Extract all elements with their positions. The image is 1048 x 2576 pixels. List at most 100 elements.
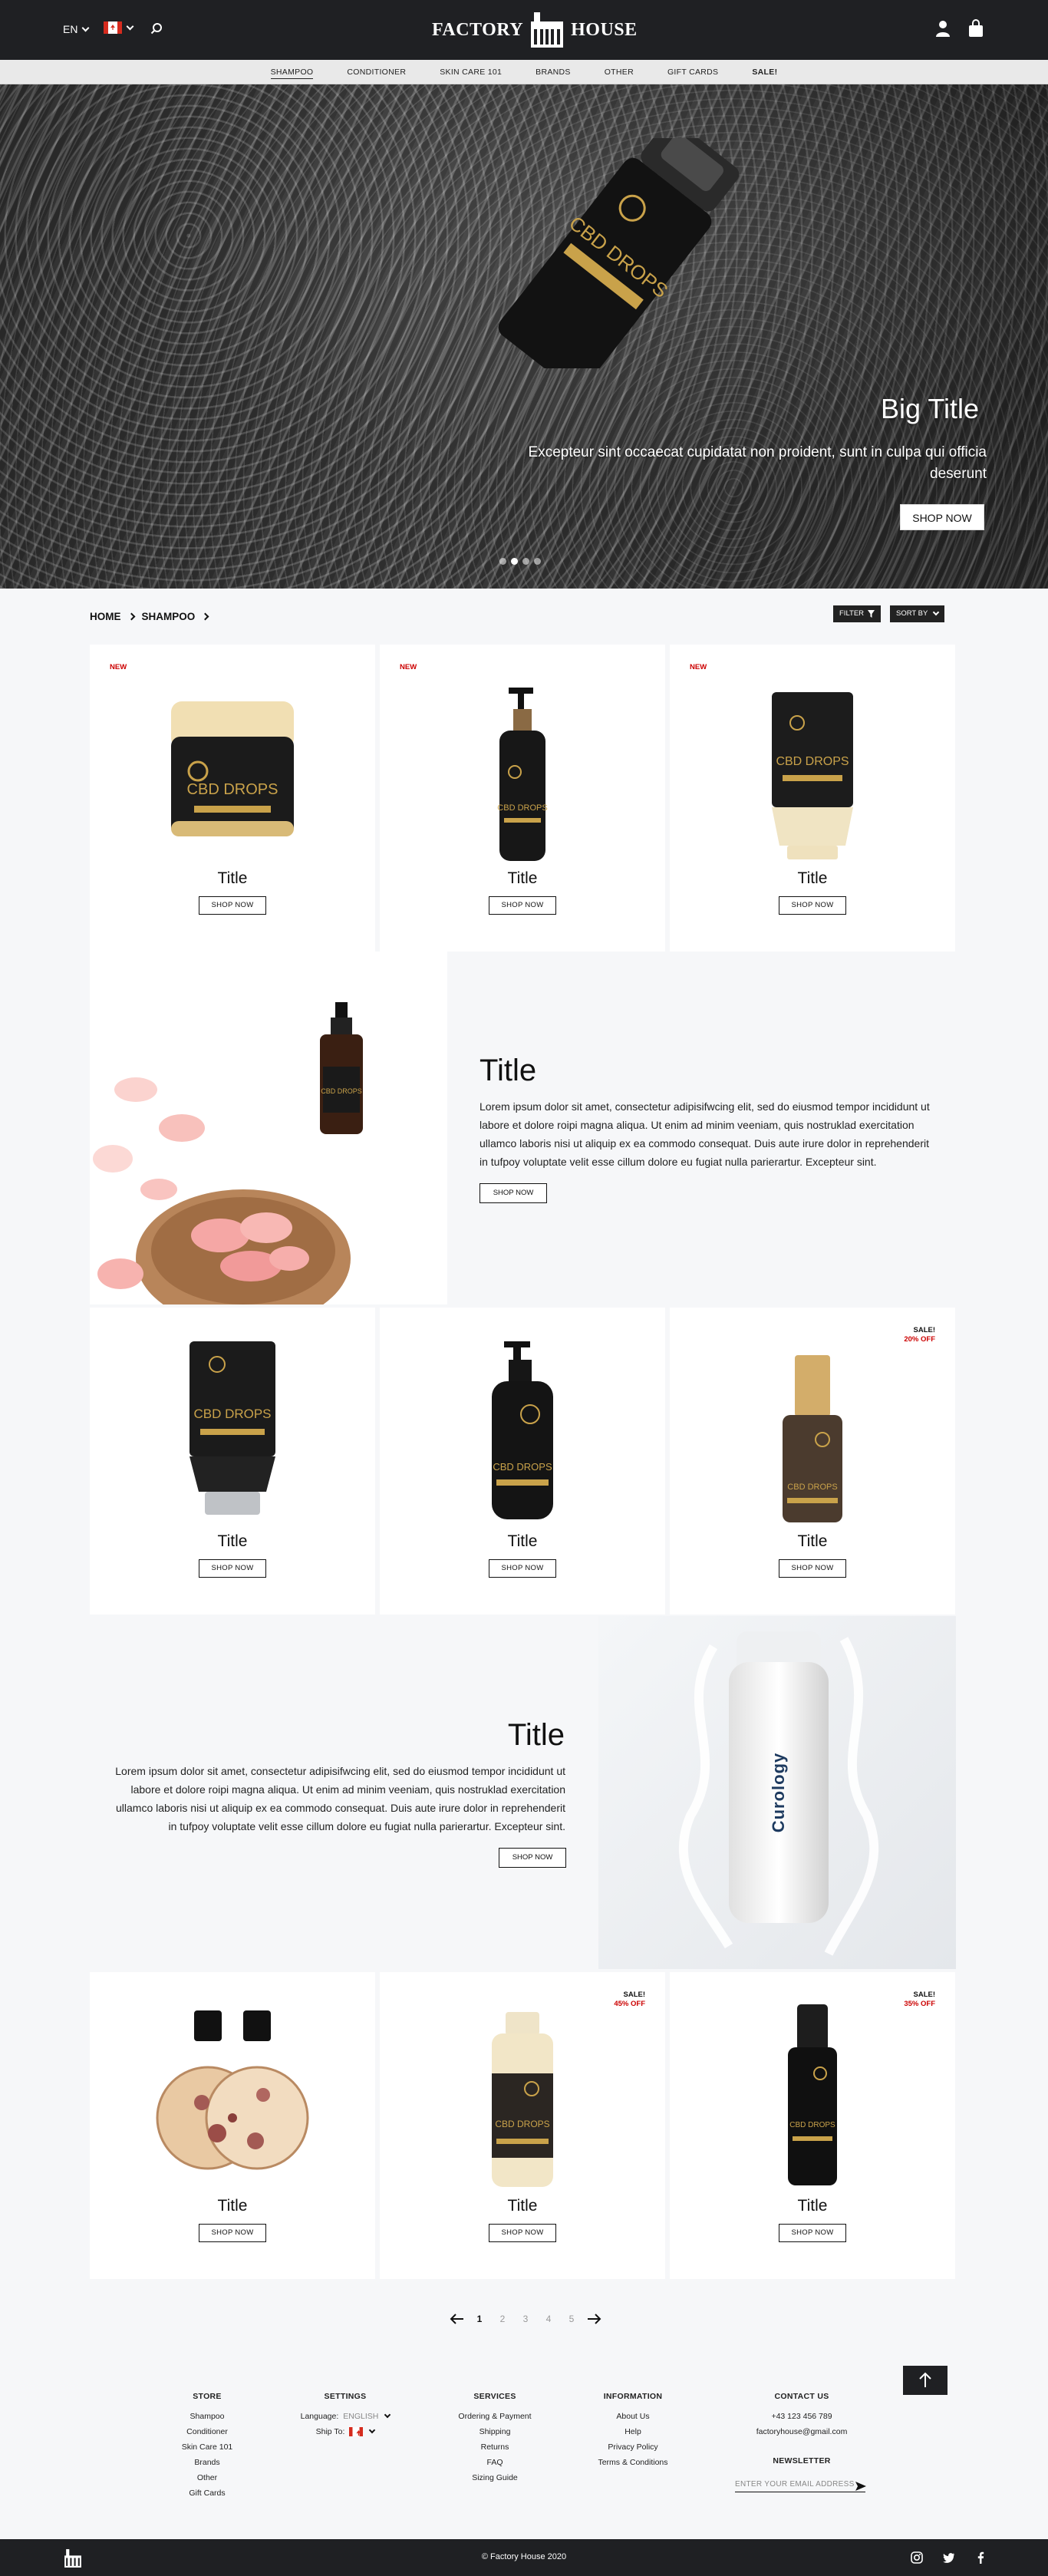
instagram-icon[interactable]: [911, 2551, 923, 2564]
sale-label: SALE!: [913, 1991, 936, 1999]
shop-now-button[interactable]: SHOP NOW: [779, 896, 846, 915]
nav-item-brands[interactable]: BRANDS: [519, 60, 588, 84]
footer-link[interactable]: Other: [169, 2470, 246, 2485]
search-icon[interactable]: [150, 22, 163, 35]
svg-text:CBD DROPS: CBD DROPS: [193, 1407, 271, 1421]
user-account-icon[interactable]: [935, 20, 951, 37]
filter-label: FILTER: [839, 609, 865, 618]
footer-heading: SETTINGS: [324, 2392, 367, 2401]
product-card[interactable]: Title SHOP NOW: [90, 1972, 375, 2279]
product-title: Title: [507, 1532, 538, 1550]
chevron-down-icon: [384, 2411, 391, 2419]
footer-link[interactable]: Help: [591, 2424, 675, 2439]
filter-button[interactable]: FILTER: [833, 605, 882, 622]
sale-badge: SALE! 45% OFF: [614, 1991, 645, 2009]
footer-link[interactable]: Shampoo: [169, 2409, 246, 2424]
footer-link[interactable]: About Us: [591, 2409, 675, 2424]
footer-contact: CONTACT US +43 123 456 789 factoryhouse@…: [748, 2392, 855, 2473]
shop-now-button[interactable]: SHOP NOW: [489, 1559, 556, 1578]
country-selector[interactable]: [104, 21, 134, 34]
breadcrumb-home[interactable]: HOME: [90, 611, 121, 622]
shop-now-button[interactable]: SHOP NOW: [199, 1559, 266, 1578]
sort-by-button[interactable]: SORT BY: [890, 605, 945, 622]
newsletter-email-input[interactable]: ENTER YOUR EMAIL ADDRESS: [735, 2480, 865, 2492]
sale-label: SALE!: [623, 1991, 646, 1999]
product-card[interactable]: SALE! 45% OFF CBD DROPS Title SHOP NOW: [380, 1972, 665, 2279]
carousel-dot[interactable]: [499, 558, 506, 565]
shop-now-button[interactable]: SHOP NOW: [779, 2224, 846, 2242]
newsletter-heading: NEWSLETTER: [773, 2456, 831, 2466]
language-select[interactable]: ENGLISH: [343, 2409, 378, 2424]
chevron-right-icon: [201, 612, 209, 621]
copyright-text: © Factory House 2020: [481, 2552, 567, 2561]
shop-now-button[interactable]: SHOP NOW: [489, 2224, 556, 2242]
footer-settings: SETTINGS Language: ENGLISH Ship To:: [299, 2392, 391, 2439]
arrow-left-icon[interactable]: [445, 2311, 468, 2327]
arrow-up-icon: [919, 2372, 931, 2387]
site-logo[interactable]: FACTORY HOUSE: [432, 11, 638, 49]
feature-title: Title: [507, 1718, 565, 1752]
ship-to-label: Ship To:: [315, 2427, 345, 2436]
nav-item-skin-care[interactable]: SKIN CARE 101: [423, 60, 519, 84]
contact-email[interactable]: factoryhouse@gmail.com: [748, 2424, 855, 2439]
breadcrumb-current[interactable]: SHAMPOO: [142, 611, 196, 622]
footer-link[interactable]: Sizing Guide: [449, 2470, 541, 2485]
back-to-top-button[interactable]: [903, 2366, 947, 2395]
nav-item-sale[interactable]: SALE!: [735, 60, 794, 84]
product-title: Title: [217, 869, 248, 887]
rose-petals-bottle-image: CBD DROPS: [93, 1002, 363, 1304]
page-1[interactable]: 1: [468, 2314, 491, 2324]
footer-link[interactable]: Brands: [169, 2455, 246, 2470]
footer-link[interactable]: Skin Care 101: [169, 2439, 246, 2455]
footer-link[interactable]: Terms & Conditions: [591, 2455, 675, 2470]
feature-shop-now-button[interactable]: SHOP NOW: [499, 1848, 566, 1868]
language-selector[interactable]: EN: [63, 23, 90, 35]
page-4[interactable]: 4: [537, 2314, 560, 2324]
product-card[interactable]: SALE! 35% OFF CBD DROPS Title SHOP NOW: [670, 1972, 955, 2279]
footer-link[interactable]: Privacy Policy: [591, 2439, 675, 2455]
product-card[interactable]: CBD DROPS Title SHOP NOW: [90, 1308, 375, 1615]
shop-now-button[interactable]: SHOP NOW: [779, 1559, 846, 1578]
send-arrow-icon[interactable]: [855, 2482, 866, 2491]
page-3[interactable]: 3: [514, 2314, 537, 2324]
carousel-dot[interactable]: [534, 558, 541, 565]
footer-link[interactable]: Shipping: [449, 2424, 541, 2439]
discount-label: 35% OFF: [904, 2000, 935, 2008]
cbd-pump-bottle-round-image: CBD DROPS: [492, 1341, 553, 1519]
product-card[interactable]: NEW CBD DROPS Title SHOP NOW: [670, 645, 955, 952]
nav-item-shampoo[interactable]: SHAMPOO: [254, 60, 331, 84]
product-card[interactable]: SALE! 20% OFF CBD DROPS Title SHOP NOW: [670, 1308, 955, 1615]
footer-link[interactable]: Returns: [449, 2439, 541, 2455]
contact-phone[interactable]: +43 123 456 789: [748, 2409, 855, 2424]
hero-shop-now-button[interactable]: SHOP NOW: [900, 504, 984, 530]
footer-link[interactable]: FAQ: [449, 2455, 541, 2470]
product-card[interactable]: NEW CBD DROPS Title SHOP NOW: [90, 645, 375, 952]
hero-subtitle: Excepteur sint occaecat cupidatat non pr…: [528, 444, 987, 482]
carousel-dot-active[interactable]: [511, 558, 518, 565]
shop-now-button[interactable]: SHOP NOW: [199, 2224, 266, 2242]
nav-item-other[interactable]: OTHER: [588, 60, 651, 84]
product-card[interactable]: NEW CBD DROPS Title SHOP NOW: [380, 645, 665, 952]
footer-link[interactable]: Conditioner: [169, 2424, 246, 2439]
canada-flag-icon[interactable]: [349, 2427, 364, 2436]
nav-item-gift-cards[interactable]: GIFT CARDS: [651, 60, 735, 84]
product-card[interactable]: CBD DROPS Title SHOP NOW: [380, 1308, 665, 1615]
footer-store: STORE Shampoo Conditioner Skin Care 101 …: [169, 2392, 246, 2501]
shop-now-button[interactable]: SHOP NOW: [199, 896, 266, 915]
carousel-dot[interactable]: [522, 558, 529, 565]
nav-item-conditioner[interactable]: CONDITIONER: [330, 60, 423, 84]
facebook-icon[interactable]: [974, 2551, 987, 2564]
arrow-right-icon[interactable]: [583, 2311, 606, 2327]
page-5[interactable]: 5: [560, 2314, 583, 2324]
feature-shop-now-button[interactable]: SHOP NOW: [480, 1183, 547, 1203]
filter-funnel-icon: [868, 610, 875, 618]
twitter-icon[interactable]: [943, 2551, 955, 2564]
shop-now-button[interactable]: SHOP NOW: [489, 896, 556, 915]
footer-link[interactable]: Ordering & Payment: [449, 2409, 541, 2424]
page-2[interactable]: 2: [491, 2314, 514, 2324]
footer-link[interactable]: Gift Cards: [169, 2485, 246, 2501]
footer-services: SERVICES Ordering & Payment Shipping Ret…: [449, 2392, 541, 2485]
shopping-bag-icon[interactable]: [968, 19, 984, 38]
chevron-down-icon: [933, 609, 940, 616]
discount-label: 20% OFF: [904, 1335, 935, 1344]
